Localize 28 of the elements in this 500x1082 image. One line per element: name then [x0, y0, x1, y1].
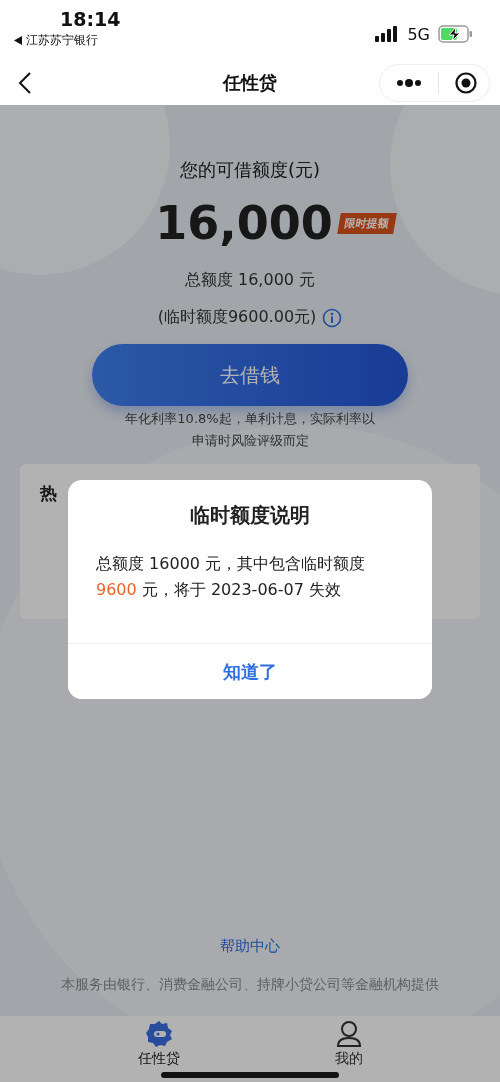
tab-item[interactable]: 我的 — [334, 1016, 363, 1082]
status-time: 18:14 — [60, 8, 121, 30]
page-title: 任性贷 — [223, 70, 277, 95]
limited-increase-badge: 限时提额 — [336, 212, 397, 234]
temporary-credit-text: (临时额度9600.00元) — [157, 307, 317, 328]
tab-item[interactable]: 任性贷 — [137, 1016, 180, 1082]
person-icon — [335, 1020, 362, 1048]
available-credit-label: 您的可借额度(元) — [179, 158, 320, 182]
close-target-icon[interactable] — [455, 71, 477, 94]
interest-rate-note: 申请时风险评级而定 — [191, 432, 309, 450]
back-icon[interactable] — [18, 70, 32, 95]
help-center-link[interactable]: 帮助中心 — [220, 937, 280, 956]
acknowledge-button[interactable]: 知道了 — [68, 643, 432, 699]
dialog-title: 临时额度说明 — [190, 502, 310, 529]
network-label: 5G — [407, 24, 430, 44]
back-triangle-icon[interactable] — [14, 36, 22, 45]
info-icon[interactable] — [322, 307, 343, 328]
dialog-message: 总额度 16000 元，其中包含临时额度 9600 元，将于 2023-06-07 失效 — [96, 553, 367, 601]
signal-icon — [375, 26, 400, 42]
borrow-button[interactable]: 去借钱 — [92, 344, 408, 406]
credit-amount: 16,000 — [155, 196, 333, 250]
disclaimer-text: 本服务由银行、消费金融公司、持牌小贷公司等金融机构提供 — [61, 976, 439, 994]
back-app-link[interactable]: 江苏苏宁银行 — [26, 32, 98, 49]
more-icon[interactable] — [396, 78, 422, 87]
interest-rate-note: 年化利率10.8%起，单利计息，实际利率以 — [125, 410, 375, 428]
total-credit-text: 总额度 16,000 元 — [184, 270, 316, 291]
wallet-icon — [144, 1020, 173, 1048]
card-title: 热 — [40, 483, 57, 503]
